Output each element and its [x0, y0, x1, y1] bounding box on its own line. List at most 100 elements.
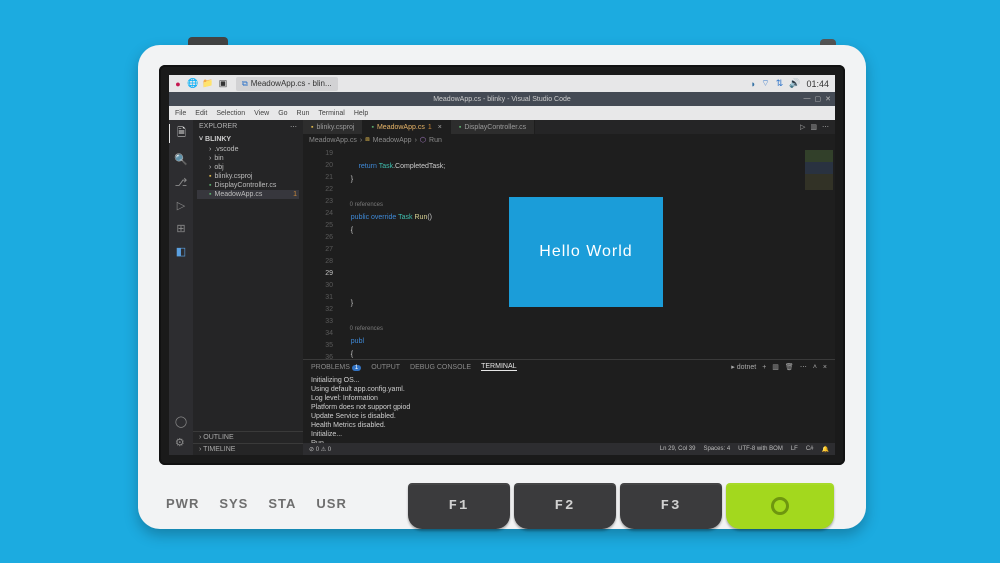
panel-close-icon[interactable]: × [823, 364, 827, 371]
hw-label-pwr: PWR [166, 496, 199, 511]
tree-item-csproj[interactable]: ▪ blinky.csproj [197, 172, 299, 181]
bottom-panel: PROBLEMS1 OUTPUT DEBUG CONSOLE TERMINAL … [303, 359, 835, 443]
tree-item-meadowapp[interactable]: ▪ MeadowApp.cs1 [197, 190, 299, 199]
tree-item-displaycontroller[interactable]: ▪ DisplayController.cs [197, 181, 299, 190]
minimap[interactable] [799, 146, 835, 359]
menu-file[interactable]: File [175, 110, 186, 117]
device-body: ● 🌐 📁 ▣ ⧉ MeadowApp.cs - blin... ◑ ⌔ ⇅ [138, 45, 866, 529]
activity-settings-icon[interactable]: ⚙ [175, 436, 187, 449]
tree-item-obj[interactable]: › obj [197, 163, 299, 172]
explorer-more-icon[interactable]: ⋯ [290, 123, 297, 131]
status-bar: ⊘ 0 ⚠ 0 Ln 29, Col 39 Spaces: 4 UTF-8 wi… [303, 443, 835, 455]
screen: ● 🌐 📁 ▣ ⧉ MeadowApp.cs - blin... ◑ ⌔ ⇅ [169, 75, 835, 455]
menu-run[interactable]: Run [297, 110, 310, 117]
hw-label-sys: SYS [219, 496, 248, 511]
hw-button-f1[interactable]: F1 [408, 483, 510, 529]
status-eol[interactable]: LF [791, 446, 798, 453]
panel-more-icon[interactable]: ⋯ [800, 363, 807, 371]
hw-button-f2[interactable]: F2 [514, 483, 616, 529]
outline-section[interactable]: › OUTLINE [193, 431, 303, 443]
network-icon[interactable]: ⇅ [776, 78, 784, 89]
bluetooth-icon[interactable]: ⌔ [761, 78, 769, 89]
hw-button-row: F1 F2 F3 [408, 483, 834, 529]
tab-blinky-csproj[interactable]: ▪blinky.csproj [303, 120, 363, 134]
hw-label-row: PWR SYS STA USR [166, 496, 347, 511]
overlay-text: Hello World [539, 243, 632, 261]
clock[interactable]: 01:44 [806, 79, 829, 89]
screen-bezel: ● 🌐 📁 ▣ ⧉ MeadowApp.cs - blin... ◑ ⌔ ⇅ [159, 65, 845, 465]
window-maximize-icon[interactable]: ▢ [815, 95, 822, 103]
tab-more-icon[interactable]: ⋯ [822, 123, 829, 131]
python-tray-icon[interactable]: ◑ [750, 79, 755, 89]
panel-chevron-icon[interactable]: ˄ [813, 364, 817, 371]
menu-help[interactable]: Help [354, 110, 368, 117]
raspberry-icon[interactable]: ● [172, 78, 184, 90]
split-icon[interactable]: ▥ [810, 123, 817, 131]
menu-selection[interactable]: Selection [216, 110, 245, 117]
line-gutter: 192021222324252627282930313233343536 [303, 148, 339, 359]
activity-scm-icon[interactable]: ⎇ [175, 176, 188, 189]
status-spaces[interactable]: Spaces: 4 [703, 446, 730, 453]
terminal-output[interactable]: Initializing OS... Using default app.con… [303, 374, 835, 443]
menu-go[interactable]: Go [278, 110, 287, 117]
code-editor[interactable]: 192021222324252627282930313233343536 ret… [303, 146, 835, 359]
vscode-menubar: File Edit Selection View Go Run Terminal… [169, 106, 835, 120]
timeline-section[interactable]: › TIMELINE [193, 443, 303, 455]
status-bell-icon[interactable]: 🔔 [822, 446, 829, 453]
status-encoding[interactable]: UTF-8 with BOM [738, 446, 783, 453]
panel-split-icon[interactable]: ▥ [772, 363, 779, 371]
panel-tab-output[interactable]: OUTPUT [371, 364, 400, 371]
tab-meadowapp[interactable]: ▪MeadowApp.cs 1× [363, 120, 450, 134]
status-errors[interactable]: ⊘ 0 ⚠ 0 [309, 446, 331, 453]
power-circle-icon [771, 497, 789, 515]
breadcrumb[interactable]: MeadowApp.cs › ⧈ MeadowApp › ⬡ Run [303, 134, 835, 146]
tree-item-bin[interactable]: › bin [197, 154, 299, 163]
window-close-icon[interactable]: ✕ [825, 95, 831, 103]
tab-close-icon[interactable]: × [438, 124, 442, 131]
panel-tab-terminal[interactable]: TERMINAL [481, 363, 516, 371]
explorer-sidebar: EXPLORER ⋯ ˅ BLINKY › .vscode › bin › ob… [193, 120, 303, 455]
volume-icon[interactable]: 🔊 [789, 78, 800, 89]
activity-search-icon[interactable]: 🔍 [174, 153, 188, 166]
taskbar-app-vscode[interactable]: ⧉ MeadowApp.cs - blin... [236, 77, 338, 91]
tree-item-vscode[interactable]: › .vscode [197, 145, 299, 154]
panel-add-icon[interactable]: + [762, 364, 766, 371]
activity-account-icon[interactable]: ◯ [175, 415, 187, 428]
taskbar-app-title: MeadowApp.cs - blin... [251, 79, 332, 88]
activity-debug-icon[interactable]: ▷ [177, 199, 185, 212]
tab-displaycontroller[interactable]: ▪DisplayController.cs [451, 120, 535, 134]
hw-label-usr: USR [316, 496, 346, 511]
vscode-window: MeadowApp.cs - blinky - Visual Studio Co… [169, 92, 835, 455]
activity-meadow-icon[interactable]: ◧ [176, 245, 186, 258]
run-icon[interactable]: ▷ [800, 123, 805, 131]
explorer-folder-name[interactable]: ˅ BLINKY [193, 134, 303, 145]
hw-label-sta: STA [268, 496, 296, 511]
terminal-icon[interactable]: ▣ [217, 78, 229, 90]
panel-tab-debug[interactable]: DEBUG CONSOLE [410, 364, 471, 371]
status-language[interactable]: C# [806, 446, 814, 453]
status-position[interactable]: Ln 29, Col 39 [660, 446, 696, 453]
activity-explorer-icon[interactable]: 🗎 [169, 124, 193, 143]
panel-tabs: PROBLEMS1 OUTPUT DEBUG CONSOLE TERMINAL … [303, 360, 835, 374]
window-minimize-icon[interactable]: — [804, 95, 811, 103]
editor-area: ▪blinky.csproj ▪MeadowApp.cs 1× ▪Display… [303, 120, 835, 455]
web-icon[interactable]: 🌐 [187, 78, 199, 90]
editor-tabbar: ▪blinky.csproj ▪MeadowApp.cs 1× ▪Display… [303, 120, 835, 134]
activity-extensions-icon[interactable]: ⊞ [176, 222, 185, 235]
hw-button-f3[interactable]: F3 [620, 483, 722, 529]
panel-trash-icon[interactable]: 🗑 [785, 363, 794, 371]
files-icon[interactable]: 📁 [202, 78, 214, 90]
vscode-icon: ⧉ [242, 79, 248, 89]
panel-shell-label[interactable]: ▸ dotnet [731, 363, 756, 371]
vscode-title: MeadowApp.cs - blinky - Visual Studio Co… [433, 96, 571, 103]
menu-terminal[interactable]: Terminal [318, 110, 344, 117]
menu-view[interactable]: View [254, 110, 269, 117]
hw-button-power[interactable] [726, 483, 834, 529]
os-taskbar: ● 🌐 📁 ▣ ⧉ MeadowApp.cs - blin... ◑ ⌔ ⇅ [169, 75, 835, 92]
vscode-titlebar: MeadowApp.cs - blinky - Visual Studio Co… [169, 92, 835, 106]
hello-world-overlay: Hello World [509, 197, 663, 307]
activity-bar: 🗎 🔍 ⎇ ▷ ⊞ ◧ ◯ ⚙ [169, 120, 193, 455]
panel-tab-problems[interactable]: PROBLEMS1 [311, 364, 361, 371]
menu-edit[interactable]: Edit [195, 110, 207, 117]
explorer-tree: › .vscode › bin › obj ▪ blinky.csproj ▪ … [193, 145, 303, 199]
